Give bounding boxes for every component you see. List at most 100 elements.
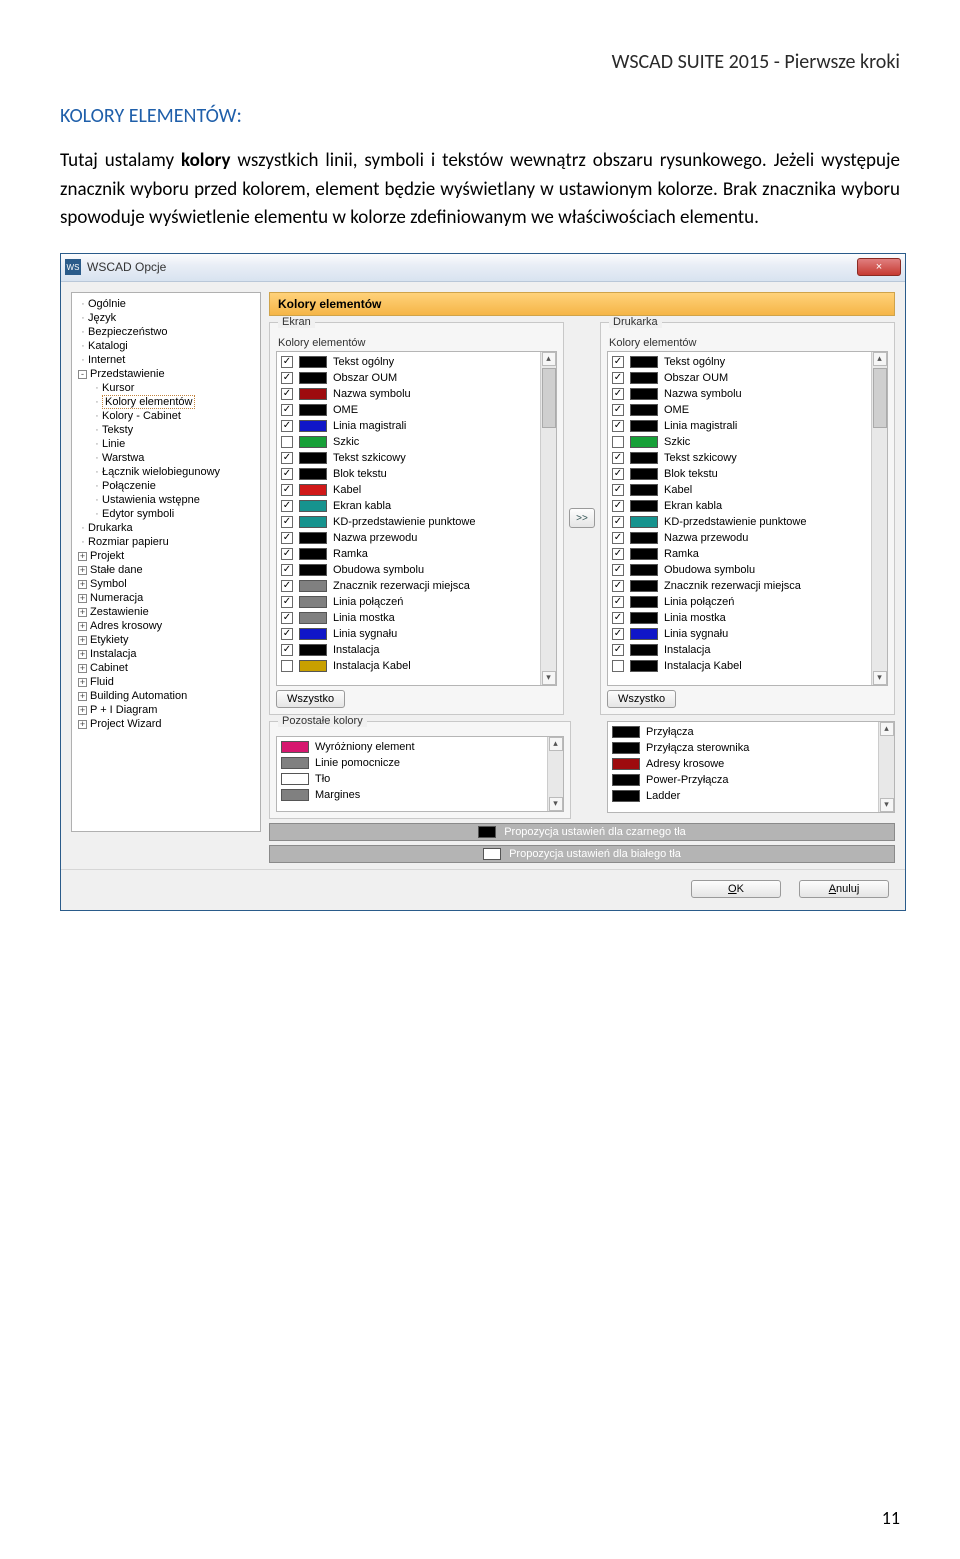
- list-item[interactable]: ✓Ekran kabla: [608, 498, 887, 514]
- tree-item[interactable]: ·Linie: [74, 437, 258, 451]
- checkbox[interactable]: ✓: [281, 420, 293, 432]
- list-item[interactable]: Przyłącza: [608, 724, 894, 740]
- tree-item[interactable]: +Stałe dane: [74, 563, 258, 577]
- tree-item[interactable]: ·Kolory elementów: [74, 395, 258, 409]
- color-swatch[interactable]: [612, 790, 640, 802]
- checkbox[interactable]: ✓: [281, 372, 293, 384]
- expander-icon[interactable]: +: [78, 622, 87, 631]
- checkbox[interactable]: ✓: [281, 404, 293, 416]
- checkbox[interactable]: ✓: [612, 532, 624, 544]
- color-swatch[interactable]: [630, 436, 658, 448]
- checkbox[interactable]: ✓: [612, 452, 624, 464]
- checkbox[interactable]: ✓: [281, 628, 293, 640]
- tree-item[interactable]: +Adres krosowy: [74, 619, 258, 633]
- checkbox[interactable]: ✓: [281, 548, 293, 560]
- color-swatch[interactable]: [630, 420, 658, 432]
- color-swatch[interactable]: [630, 580, 658, 592]
- tree-item[interactable]: ·Teksty: [74, 423, 258, 437]
- tree-item[interactable]: +Instalacja: [74, 647, 258, 661]
- color-swatch[interactable]: [299, 452, 327, 464]
- expander-icon[interactable]: +: [78, 566, 87, 575]
- expander-icon[interactable]: +: [78, 594, 87, 603]
- checkbox[interactable]: ✓: [612, 468, 624, 480]
- scroll-thumb[interactable]: [873, 368, 887, 428]
- color-swatch[interactable]: [299, 612, 327, 624]
- proposal-black-button[interactable]: Propozycja ustawień dla czarnego tła: [269, 823, 895, 841]
- list-item[interactable]: ✓Instalacja: [277, 642, 556, 658]
- list-item[interactable]: ✓Obudowa symbolu: [608, 562, 887, 578]
- color-swatch[interactable]: [299, 644, 327, 656]
- expander-icon[interactable]: +: [78, 664, 87, 673]
- tree-item[interactable]: ·Rozmiar papieru: [74, 535, 258, 549]
- scrollbar[interactable]: ▴ ▾: [878, 722, 894, 812]
- color-swatch[interactable]: [299, 356, 327, 368]
- list-item[interactable]: Szkic: [277, 434, 556, 450]
- checkbox[interactable]: ✓: [281, 596, 293, 608]
- color-swatch[interactable]: [299, 628, 327, 640]
- tree-item[interactable]: ·Łącznik wielobiegunowy: [74, 465, 258, 479]
- tree-item[interactable]: +Numeracja: [74, 591, 258, 605]
- drukarka-listbox[interactable]: ✓Tekst ogólny✓Obszar OUM✓Nazwa symbolu✓O…: [607, 351, 888, 686]
- tree-item[interactable]: +Etykiety: [74, 633, 258, 647]
- scroll-up-icon[interactable]: ▴: [873, 352, 887, 366]
- tree-item[interactable]: ·Kursor: [74, 381, 258, 395]
- list-item[interactable]: ✓Blok tekstu: [277, 466, 556, 482]
- list-item[interactable]: ✓Tekst ogólny: [277, 354, 556, 370]
- list-item[interactable]: ✓Kabel: [608, 482, 887, 498]
- list-item[interactable]: ✓Linia połączeń: [608, 594, 887, 610]
- expander-icon[interactable]: +: [78, 678, 87, 687]
- category-tree[interactable]: ·Ogólnie·Język·Bezpieczeństwo·Katalogi·I…: [71, 292, 261, 832]
- list-item[interactable]: ✓Linia sygnału: [277, 626, 556, 642]
- expander-icon[interactable]: +: [78, 650, 87, 659]
- checkbox[interactable]: ✓: [281, 516, 293, 528]
- other-right-listbox[interactable]: PrzyłączaPrzyłącza sterownikaAdresy kros…: [607, 721, 895, 813]
- list-item[interactable]: Wyróżniony element: [277, 739, 563, 755]
- color-swatch[interactable]: [299, 468, 327, 480]
- scroll-thumb[interactable]: [542, 368, 556, 428]
- list-item[interactable]: Szkic: [608, 434, 887, 450]
- tree-item[interactable]: +Building Automation: [74, 689, 258, 703]
- list-item[interactable]: ✓Blok tekstu: [608, 466, 887, 482]
- tree-item[interactable]: +Zestawienie: [74, 605, 258, 619]
- tree-item[interactable]: ·Kolory - Cabinet: [74, 409, 258, 423]
- color-swatch[interactable]: [299, 420, 327, 432]
- checkbox[interactable]: ✓: [281, 388, 293, 400]
- color-swatch[interactable]: [630, 516, 658, 528]
- list-item[interactable]: Power-Przyłącza: [608, 772, 894, 788]
- tree-item[interactable]: ·Warstwa: [74, 451, 258, 465]
- color-swatch[interactable]: [299, 532, 327, 544]
- scrollbar[interactable]: ▴ ▾: [871, 352, 887, 685]
- color-swatch[interactable]: [299, 484, 327, 496]
- checkbox[interactable]: ✓: [612, 548, 624, 560]
- list-item[interactable]: ✓Tekst szkicowy: [277, 450, 556, 466]
- tree-item[interactable]: ·Bezpieczeństwo: [74, 325, 258, 339]
- color-swatch[interactable]: [299, 436, 327, 448]
- list-item[interactable]: ✓Nazwa przewodu: [608, 530, 887, 546]
- checkbox[interactable]: ✓: [612, 612, 624, 624]
- tree-item[interactable]: -Przedstawienie: [74, 367, 258, 381]
- list-item[interactable]: ✓Instalacja: [608, 642, 887, 658]
- close-button[interactable]: ×: [857, 258, 901, 276]
- color-swatch[interactable]: [299, 548, 327, 560]
- checkbox[interactable]: ✓: [612, 404, 624, 416]
- color-swatch[interactable]: [630, 356, 658, 368]
- color-swatch[interactable]: [612, 726, 640, 738]
- tree-item[interactable]: ·Język: [74, 311, 258, 325]
- checkbox[interactable]: [281, 660, 293, 672]
- list-item[interactable]: ✓Linia magistrali: [608, 418, 887, 434]
- select-all-button[interactable]: Wszystko: [276, 690, 345, 708]
- tree-item[interactable]: +Projekt: [74, 549, 258, 563]
- color-swatch[interactable]: [612, 758, 640, 770]
- list-item[interactable]: ✓KD-przedstawienie punktowe: [277, 514, 556, 530]
- list-item[interactable]: Adresy krosowe: [608, 756, 894, 772]
- list-item[interactable]: ✓Ekran kabla: [277, 498, 556, 514]
- list-item[interactable]: ✓Linia sygnału: [608, 626, 887, 642]
- checkbox[interactable]: ✓: [612, 372, 624, 384]
- list-item[interactable]: ✓Tekst szkicowy: [608, 450, 887, 466]
- checkbox[interactable]: [612, 436, 624, 448]
- color-swatch[interactable]: [299, 580, 327, 592]
- color-swatch[interactable]: [299, 596, 327, 608]
- tree-item[interactable]: ·Ustawienia wstępne: [74, 493, 258, 507]
- transfer-button[interactable]: >>: [569, 508, 595, 528]
- checkbox[interactable]: ✓: [281, 452, 293, 464]
